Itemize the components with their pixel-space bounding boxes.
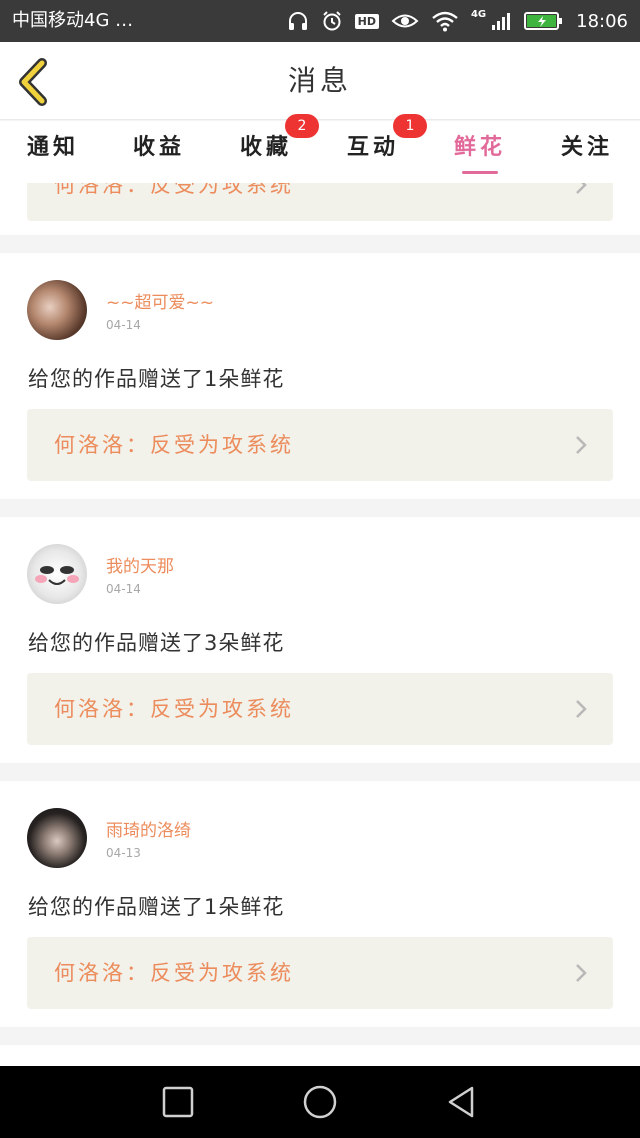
- tab-label: 通知: [26, 135, 79, 160]
- tab-follows[interactable]: 关注: [534, 121, 640, 183]
- tab-flowers[interactable]: 鲜花: [427, 121, 533, 183]
- wifi-icon: [431, 10, 459, 32]
- circle-icon: [303, 1085, 337, 1119]
- battery-icon: [524, 11, 564, 31]
- system-nav-bar: [0, 1066, 640, 1138]
- signal-icon: [490, 10, 512, 32]
- title-bar: 消息: [0, 42, 640, 120]
- message-text: 给您的作品赠送了1朵鲜花: [28, 367, 285, 391]
- unread-count-badge: 2: [285, 114, 319, 138]
- eye-icon: [391, 10, 419, 32]
- message-text: 给您的作品赠送了3朵鲜花: [28, 631, 285, 655]
- status-icons: HD 4G 18:06: [287, 0, 628, 42]
- status-bar: 中国移动4G … HD 4G 18:06: [0, 0, 640, 42]
- message-date: 04-14: [106, 318, 141, 332]
- avatar[interactable]: [27, 544, 87, 604]
- message-card: ~~超可爱~~ 04-14 给您的作品赠送了1朵鲜花 何洛洛：反受为攻系统: [0, 253, 640, 499]
- message-text: 给您的作品赠送了1朵鲜花: [28, 895, 285, 919]
- message-date: 04-14: [106, 582, 141, 596]
- work-link[interactable]: 何洛洛：反受为攻系统: [27, 937, 613, 1009]
- tab-favorites[interactable]: 收藏 2: [213, 114, 319, 183]
- tab-label: 关注: [560, 135, 613, 160]
- tab-label: 收益: [132, 135, 185, 160]
- hd-badge: HD: [354, 13, 379, 29]
- chevron-right-icon: [576, 183, 587, 194]
- chevron-right-icon: [576, 436, 587, 454]
- home-button[interactable]: [300, 1082, 340, 1122]
- tab-notifications[interactable]: 通知: [0, 121, 106, 183]
- tab-earnings[interactable]: 收益: [106, 121, 212, 183]
- tab-interactions[interactable]: 互动 1: [320, 114, 427, 183]
- alarm-icon: [321, 10, 343, 32]
- work-title: 何洛洛：反受为攻系统: [54, 697, 294, 721]
- tab-bar: 通知 收益 收藏 2 互动 1 鲜花 关注: [0, 114, 640, 183]
- avatar[interactable]: [27, 280, 87, 340]
- message-card: 雨琦的洛绮 04-13 给您的作品赠送了1朵鲜花 何洛洛：反受为攻系统: [0, 781, 640, 1027]
- recent-apps-button[interactable]: [158, 1082, 198, 1122]
- sender-name[interactable]: 雨琦的洛绮: [106, 816, 191, 841]
- page-title: 消息: [287, 64, 352, 97]
- message-card: [0, 1045, 640, 1066]
- avatar[interactable]: [27, 808, 87, 868]
- tab-label: 鲜花: [453, 135, 506, 160]
- work-link[interactable]: 何洛洛：反受为攻系统: [27, 673, 613, 745]
- work-link[interactable]: 何洛洛：反受为攻系统: [27, 409, 613, 481]
- unread-count-badge: 1: [393, 114, 427, 138]
- work-title: 何洛洛：反受为攻系统: [54, 961, 294, 985]
- chevron-right-icon: [576, 964, 587, 982]
- square-icon: [162, 1086, 194, 1118]
- work-link[interactable]: 何洛洛：反受为攻系统: [27, 183, 613, 221]
- message-card: 何洛洛：反受为攻系统: [0, 183, 640, 235]
- network-type-label: 4G: [470, 8, 487, 20]
- work-title: 何洛洛：反受为攻系统: [54, 433, 294, 457]
- clock: 18:06: [576, 10, 628, 32]
- sender-name[interactable]: ~~超可爱~~: [106, 288, 214, 313]
- system-back-button[interactable]: [442, 1082, 482, 1122]
- triangle-back-icon: [448, 1086, 474, 1118]
- message-list[interactable]: 何洛洛：反受为攻系统 ~~超可爱~~ 04-14 给您的作品赠送了1朵鲜花 何洛…: [0, 183, 640, 1066]
- work-title: 何洛洛：反受为攻系统: [54, 183, 294, 197]
- active-tab-indicator: [462, 171, 498, 174]
- message-card: 我的天那 04-14 给您的作品赠送了3朵鲜花 何洛洛：反受为攻系统: [0, 517, 640, 763]
- headset-icon: [287, 10, 309, 32]
- chevron-right-icon: [576, 700, 587, 718]
- face-icon: [35, 566, 79, 585]
- message-date: 04-13: [106, 846, 141, 860]
- carrier-label: 中国移动4G …: [12, 10, 134, 31]
- sender-name[interactable]: 我的天那: [106, 552, 174, 577]
